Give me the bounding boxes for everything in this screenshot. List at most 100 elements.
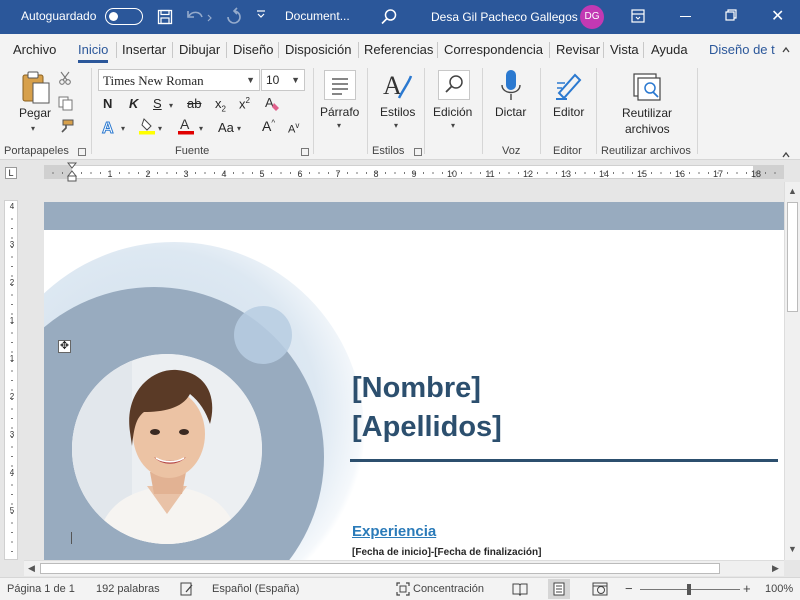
cut-icon[interactable] — [58, 71, 72, 88]
font-color-icon[interactable]: A — [177, 116, 195, 138]
vertical-scroll-thumb[interactable] — [787, 202, 798, 312]
paragraph-dropdown-icon[interactable]: ▾ — [337, 121, 341, 130]
text-effects-icon[interactable]: A — [101, 118, 119, 139]
font-name-dropdown[interactable]: Times New Roman ▼ — [98, 69, 260, 91]
paste-button-label[interactable]: Pegar — [19, 106, 51, 120]
ribbon-display-options-icon[interactable] — [631, 9, 645, 26]
avatar[interactable]: DG — [580, 5, 604, 29]
horizontal-scrollbar[interactable]: ◀ ▶ — [24, 560, 784, 576]
tab-selector[interactable]: L — [5, 167, 17, 179]
underline-dropdown-icon[interactable]: ▾ — [169, 101, 173, 110]
highlight-icon[interactable] — [138, 117, 156, 138]
zoom-in-icon[interactable]: + — [743, 581, 751, 596]
styles-dialog-launcher[interactable] — [414, 148, 422, 156]
date-range-placeholder[interactable]: [Fecha de inicio]-[Fecha de finalización… — [352, 547, 541, 558]
search-icon[interactable] — [380, 8, 398, 29]
paragraph-button-label[interactable]: Párrafo — [320, 105, 359, 119]
styles-button-label[interactable]: Estilos — [380, 105, 415, 119]
document-area[interactable]: ✥ [Nombre] [Apellidos] Experiencia [Fech… — [20, 182, 784, 560]
tab-revisar[interactable]: Revisar — [556, 42, 600, 57]
font-size-dropdown[interactable]: 10 ▼ — [261, 69, 305, 91]
horizontal-ruler[interactable]: 123456789101112131415161718 — [44, 162, 784, 182]
zoom-level[interactable]: 100% — [765, 583, 793, 595]
highlight-dropdown-icon[interactable]: ▾ — [158, 124, 162, 133]
tab-dibujar[interactable]: Dibujar — [179, 42, 220, 57]
microphone-icon[interactable] — [500, 69, 522, 106]
close-icon[interactable]: ✕ — [771, 6, 784, 26]
superscript-button[interactable]: x2 — [239, 96, 250, 111]
styles-icon[interactable]: A — [381, 70, 413, 105]
scroll-down-icon[interactable]: ▼ — [788, 544, 797, 554]
subscript-button[interactable]: x2 — [215, 96, 226, 114]
restore-icon[interactable] — [725, 9, 737, 24]
editing-button-label[interactable]: Edición — [433, 105, 472, 119]
customize-qat-icon[interactable] — [256, 9, 266, 22]
copy-icon[interactable] — [58, 96, 73, 114]
styles-dropdown-icon[interactable]: ▾ — [394, 121, 398, 130]
last-name-placeholder[interactable]: [Apellidos] — [352, 411, 502, 444]
web-layout-icon[interactable] — [592, 582, 608, 599]
redo-icon[interactable] — [224, 7, 244, 30]
tab-ayuda[interactable]: Ayuda — [651, 42, 688, 57]
find-icon[interactable] — [438, 70, 470, 103]
tab-disposicion[interactable]: Disposición — [285, 42, 351, 57]
paragraph-icon[interactable] — [324, 70, 356, 103]
print-layout-button[interactable] — [548, 579, 570, 599]
text-effects-dropdown-icon[interactable]: ▾ — [121, 124, 125, 133]
tab-referencias[interactable]: Referencias — [364, 42, 433, 57]
clipboard-dialog-launcher[interactable] — [78, 148, 86, 156]
bold-button[interactable]: N — [103, 96, 112, 111]
document-name[interactable]: Document... — [285, 9, 350, 23]
collapse-ribbon-icon[interactable] — [781, 44, 791, 58]
profile-photo[interactable] — [72, 354, 262, 544]
vertical-scrollbar[interactable]: ▲ ▼ — [784, 182, 800, 560]
scroll-left-icon[interactable]: ◀ — [28, 563, 35, 574]
scroll-right-icon[interactable]: ▶ — [772, 563, 779, 574]
horizontal-scroll-thumb[interactable] — [40, 563, 720, 574]
italic-button[interactable]: K — [129, 96, 138, 111]
tab-diseno[interactable]: Diseño — [233, 42, 273, 57]
vertical-ruler[interactable]: 432112345 — [4, 200, 18, 560]
editor-button-label[interactable]: Editor — [553, 105, 584, 119]
focus-mode-button[interactable]: Concentración — [413, 583, 484, 595]
save-icon[interactable] — [157, 9, 173, 28]
change-case-button[interactable]: Aa — [218, 120, 234, 135]
tab-correspondencia[interactable]: Correspondencia — [444, 42, 543, 57]
read-mode-icon[interactable] — [512, 582, 528, 599]
zoom-slider-thumb[interactable] — [687, 584, 691, 595]
shrink-font-button[interactable]: Av — [288, 121, 299, 136]
table-move-handle[interactable]: ✥ — [58, 340, 71, 353]
paste-dropdown-icon[interactable]: ▾ — [31, 124, 35, 133]
paste-icon[interactable] — [20, 70, 52, 109]
font-dialog-launcher[interactable] — [301, 148, 309, 156]
autosave-toggle[interactable] — [105, 8, 143, 25]
focus-icon[interactable] — [396, 582, 410, 599]
scroll-up-icon[interactable]: ▲ — [788, 186, 797, 196]
reuse-files-label-2[interactable]: archivos — [625, 122, 670, 136]
tab-archivo[interactable]: Archivo — [13, 42, 56, 57]
format-painter-icon[interactable] — [58, 119, 74, 138]
font-color-dropdown-icon[interactable]: ▾ — [199, 124, 203, 133]
proofing-icon[interactable] — [180, 582, 194, 599]
tab-insertar[interactable]: Insertar — [122, 42, 166, 57]
word-count[interactable]: 192 palabras — [96, 583, 160, 595]
undo-icon[interactable] — [184, 7, 214, 30]
document-page[interactable]: ✥ [Nombre] [Apellidos] Experiencia [Fech… — [44, 202, 784, 560]
tab-inicio[interactable]: Inicio — [78, 42, 109, 63]
strikethrough-button[interactable]: ab — [187, 96, 201, 111]
clear-formatting-icon[interactable]: A — [264, 94, 282, 115]
reuse-files-icon[interactable] — [632, 72, 664, 105]
tab-diseno-de-tabla[interactable]: Diseño de t — [709, 42, 775, 57]
editor-pen-icon[interactable] — [553, 69, 585, 104]
editing-dropdown-icon[interactable]: ▾ — [451, 121, 455, 130]
page-count[interactable]: Página 1 de 1 — [7, 583, 75, 595]
reuse-files-label-1[interactable]: Reutilizar — [622, 106, 672, 120]
change-case-dropdown-icon[interactable]: ▾ — [237, 124, 241, 133]
user-name[interactable]: Desa Gil Pacheco Gallegos — [431, 10, 578, 24]
grow-font-button[interactable]: A^ — [262, 118, 275, 134]
underline-button[interactable]: S — [153, 96, 162, 111]
tab-vista[interactable]: Vista — [610, 42, 639, 57]
dictate-button-label[interactable]: Dictar — [495, 105, 526, 119]
minimize-icon[interactable] — [680, 16, 691, 17]
first-name-placeholder[interactable]: [Nombre] — [352, 372, 481, 405]
